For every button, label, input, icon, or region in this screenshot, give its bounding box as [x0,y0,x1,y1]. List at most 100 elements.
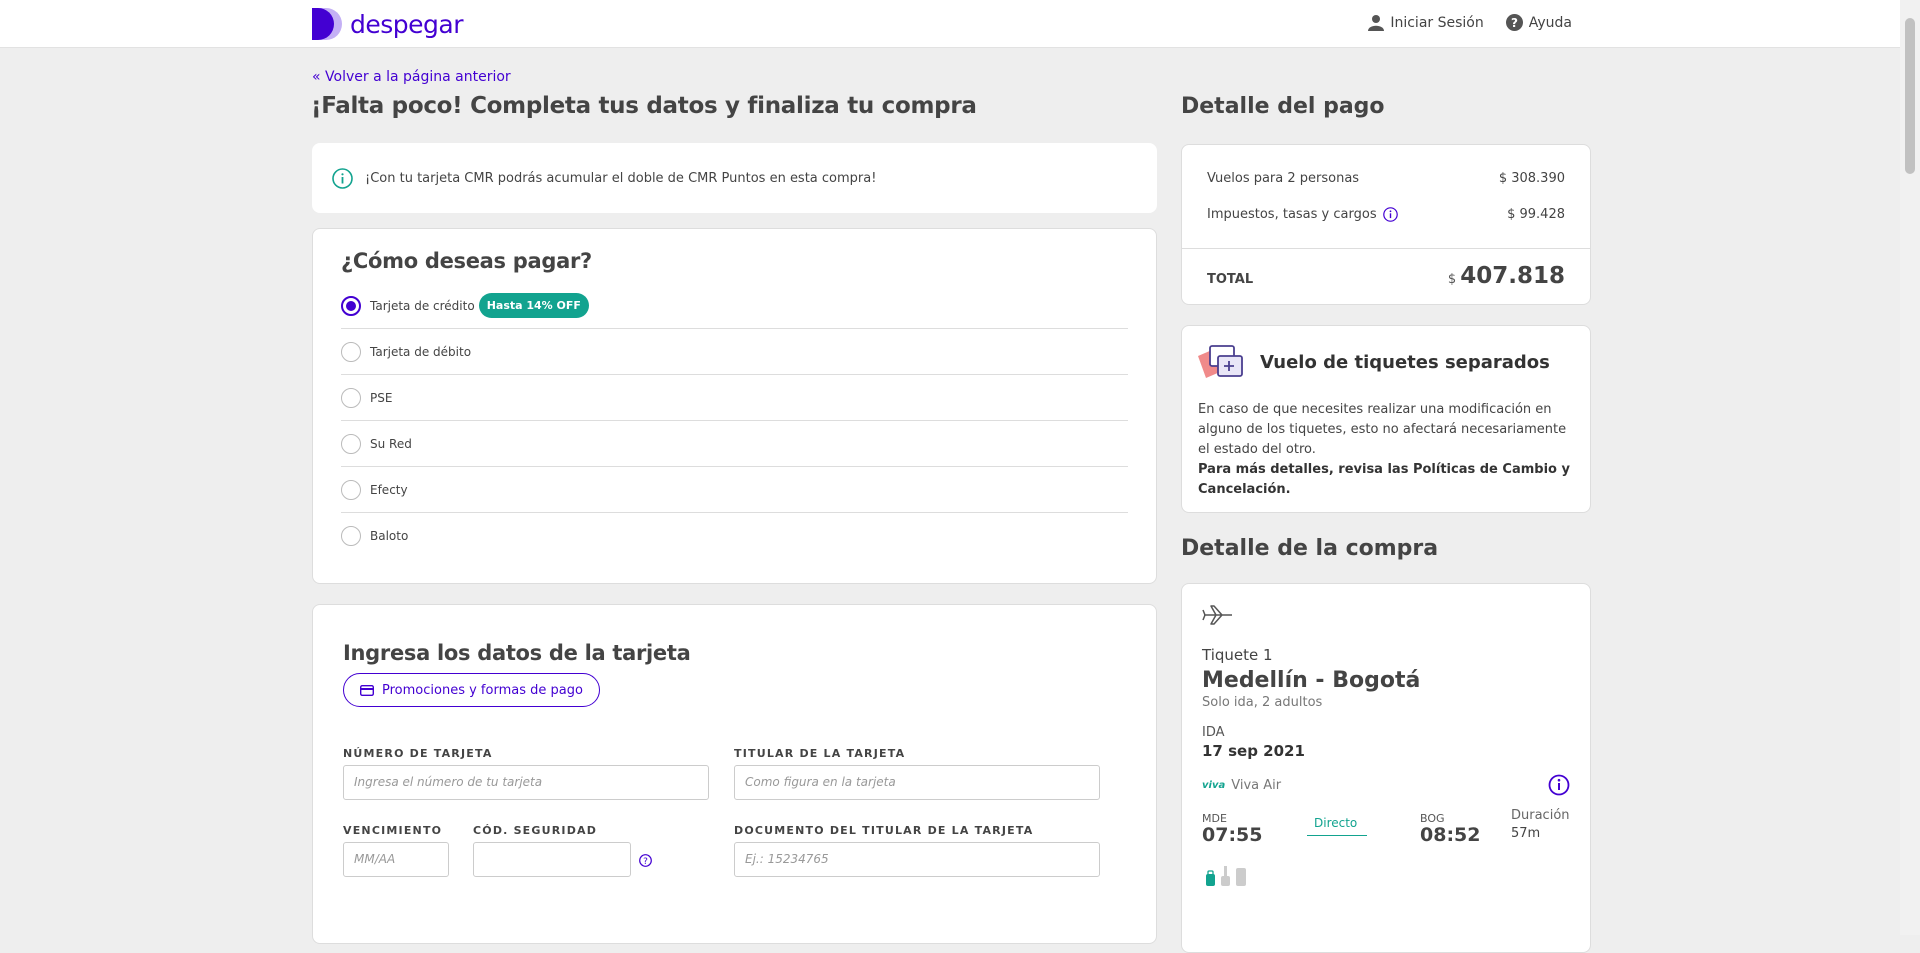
help-link[interactable]: ? Ayuda [1505,14,1572,31]
origin-time: 07:55 [1202,824,1263,846]
card-number-input[interactable]: Ingresa el número de tu tarjeta [343,765,709,800]
total-value: 407.818 [1460,263,1565,289]
card-form-title: Ingresa los datos de la tarjeta [343,641,691,665]
flight-times: MDE 07:55 Directo BOG 08:52 Duración 57m [1202,808,1570,860]
taxes-info-icon[interactable] [1382,207,1398,222]
page-scrollbar[interactable] [1900,0,1920,935]
baggage-icons [1206,866,1246,886]
payment-method-title: ¿Cómo deseas pagar? [341,249,592,273]
taxes-label-group: Impuestos, tasas y cargos [1207,207,1398,222]
tickets-icon [1198,345,1243,378]
flights-row: Vuelos para 2 personas $ 308.390 [1207,171,1565,186]
security-code-label: CÓD. SEGURIDAD [473,824,598,837]
top-bar: despegar Iniciar Sesión ? Ayuda [0,0,1900,48]
option-label: Baloto [370,528,409,543]
expiry-input[interactable]: MM/AA [343,842,449,877]
purchase-detail-card: Tiquete 1 Medellín - Bogotá Solo ida, 2 … [1181,583,1591,953]
payment-option-credit[interactable]: Tarjeta de crédito Hasta 14% OFF [341,283,1128,329]
option-label: Tarjeta de crédito [370,298,475,313]
airline: viva Viva Air [1202,778,1281,793]
radio-pse[interactable] [341,387,361,408]
payment-option-debit[interactable]: Tarjeta de débito [341,329,1128,375]
card-number-label: NÚMERO DE TARJETA [343,747,493,760]
expiry-label: VENCIMIENTO [343,824,443,837]
separate-tickets-card: Vuelo de tiquetes separados En caso de q… [1181,325,1591,513]
login-label: Iniciar Sesión [1390,14,1484,31]
airline-row: viva Viva Air [1202,774,1570,796]
holder-input[interactable]: Como figura en la tarjeta [734,765,1100,800]
total-label: TOTAL [1207,272,1254,287]
radio-efecty[interactable] [341,479,361,500]
help-label: Ayuda [1528,14,1572,31]
promotions-label: Promociones y formas de pago [382,682,583,698]
separate-tickets-header: Vuelo de tiquetes separados [1198,342,1574,382]
payment-option-baloto[interactable]: Baloto [341,513,1128,558]
help-icon: ? [1505,14,1523,31]
security-help-icon[interactable]: ? [639,854,652,867]
flight-date: 17 sep 2021 [1202,742,1305,760]
page-title: ¡Falta poco! Completa tus datos y finali… [311,93,977,119]
airline-name: Viva Air [1231,777,1282,793]
user-icon [1368,15,1385,31]
flight-info-icon[interactable] [1548,774,1570,796]
discount-badge: Hasta 14% OFF [478,293,589,318]
payment-method-card: ¿Cómo deseas pagar? Tarjeta de crédito H… [312,228,1157,584]
option-label: PSE [370,390,393,405]
airplane-icon [1202,605,1232,625]
card-details-card: Ingresa los datos de la tarjeta Promocio… [312,604,1157,944]
payment-detail-title: Detalle del pago [1181,94,1385,119]
info-banner-text: ¡Con tu tarjeta CMR podrás acumular el d… [365,170,877,186]
total-amount: $ 407.818 [1448,263,1565,289]
credit-card-icon [360,684,374,696]
total-currency: $ [1447,272,1457,287]
taxes-row: Impuestos, tasas y cargos $ 99.428 [1207,207,1565,222]
policies-link[interactable]: Para más detalles, revisa las Políticas … [1198,460,1574,500]
direction-label: IDA [1202,725,1225,740]
separate-tickets-title: Vuelo de tiquetes separados [1260,351,1550,373]
route: Medellín - Bogotá [1202,668,1421,693]
separate-tickets-body: En caso de que necesites realizar una mo… [1198,402,1567,457]
login-link[interactable]: Iniciar Sesión [1368,14,1484,31]
divider [1182,248,1590,249]
despegar-logo[interactable]: despegar [312,8,464,40]
option-label: Tarjeta de débito [370,344,472,359]
payment-option-efecty[interactable]: Efecty [341,467,1128,513]
radio-credit[interactable] [341,295,361,316]
security-code-input[interactable] [473,842,631,877]
duration-label: Duración [1511,808,1570,823]
svg-text:?: ? [1511,16,1518,30]
despegar-logo-icon [312,8,342,40]
total-row: TOTAL $ 407.818 [1207,263,1565,289]
flights-label: Vuelos para 2 personas [1207,171,1360,186]
payment-option-pse[interactable]: PSE [341,375,1128,421]
cmr-info-banner: ¡Con tu tarjeta CMR podrás acumular el d… [312,143,1157,213]
ticket-label: Tiquete 1 [1202,646,1273,664]
back-link[interactable]: « Volver a la página anterior [312,69,511,85]
taxes-label: Impuestos, tasas y cargos [1207,207,1377,222]
radio-debit[interactable] [341,341,361,362]
radio-baloto[interactable] [341,525,361,546]
route-line [1307,835,1367,836]
payment-option-su-red[interactable]: Su Red [341,421,1128,467]
info-icon [332,167,353,189]
radio-su-red[interactable] [341,433,361,454]
holder-label: TITULAR DE LA TARJETA [734,747,906,760]
taxes-value: $ 99.428 [1507,207,1565,222]
promotions-button[interactable]: Promociones y formas de pago [343,673,600,707]
trip-info: Solo ida, 2 adultos [1202,695,1323,710]
scrollbar-thumb[interactable] [1905,18,1915,174]
document-label: DOCUMENTO DEL TITULAR DE LA TARJETA [734,824,1034,837]
payment-detail-card: Vuelos para 2 personas $ 308.390 Impuest… [1181,144,1591,305]
stops-label: Directo [1314,816,1358,830]
purchase-detail-title: Detalle de la compra [1181,536,1439,561]
duration-value: 57m [1511,826,1541,841]
brand-name: despegar [350,9,464,39]
option-label: Su Red [370,436,412,451]
header-nav: Iniciar Sesión ? Ayuda [1368,14,1572,31]
document-input[interactable]: Ej.: 15234765 [734,842,1100,877]
viva-air-logo: viva [1202,779,1226,791]
dest-time: 08:52 [1420,824,1481,846]
flights-value: $ 308.390 [1498,171,1565,186]
option-label: Efecty [370,482,408,497]
svg-text:?: ? [643,857,648,867]
